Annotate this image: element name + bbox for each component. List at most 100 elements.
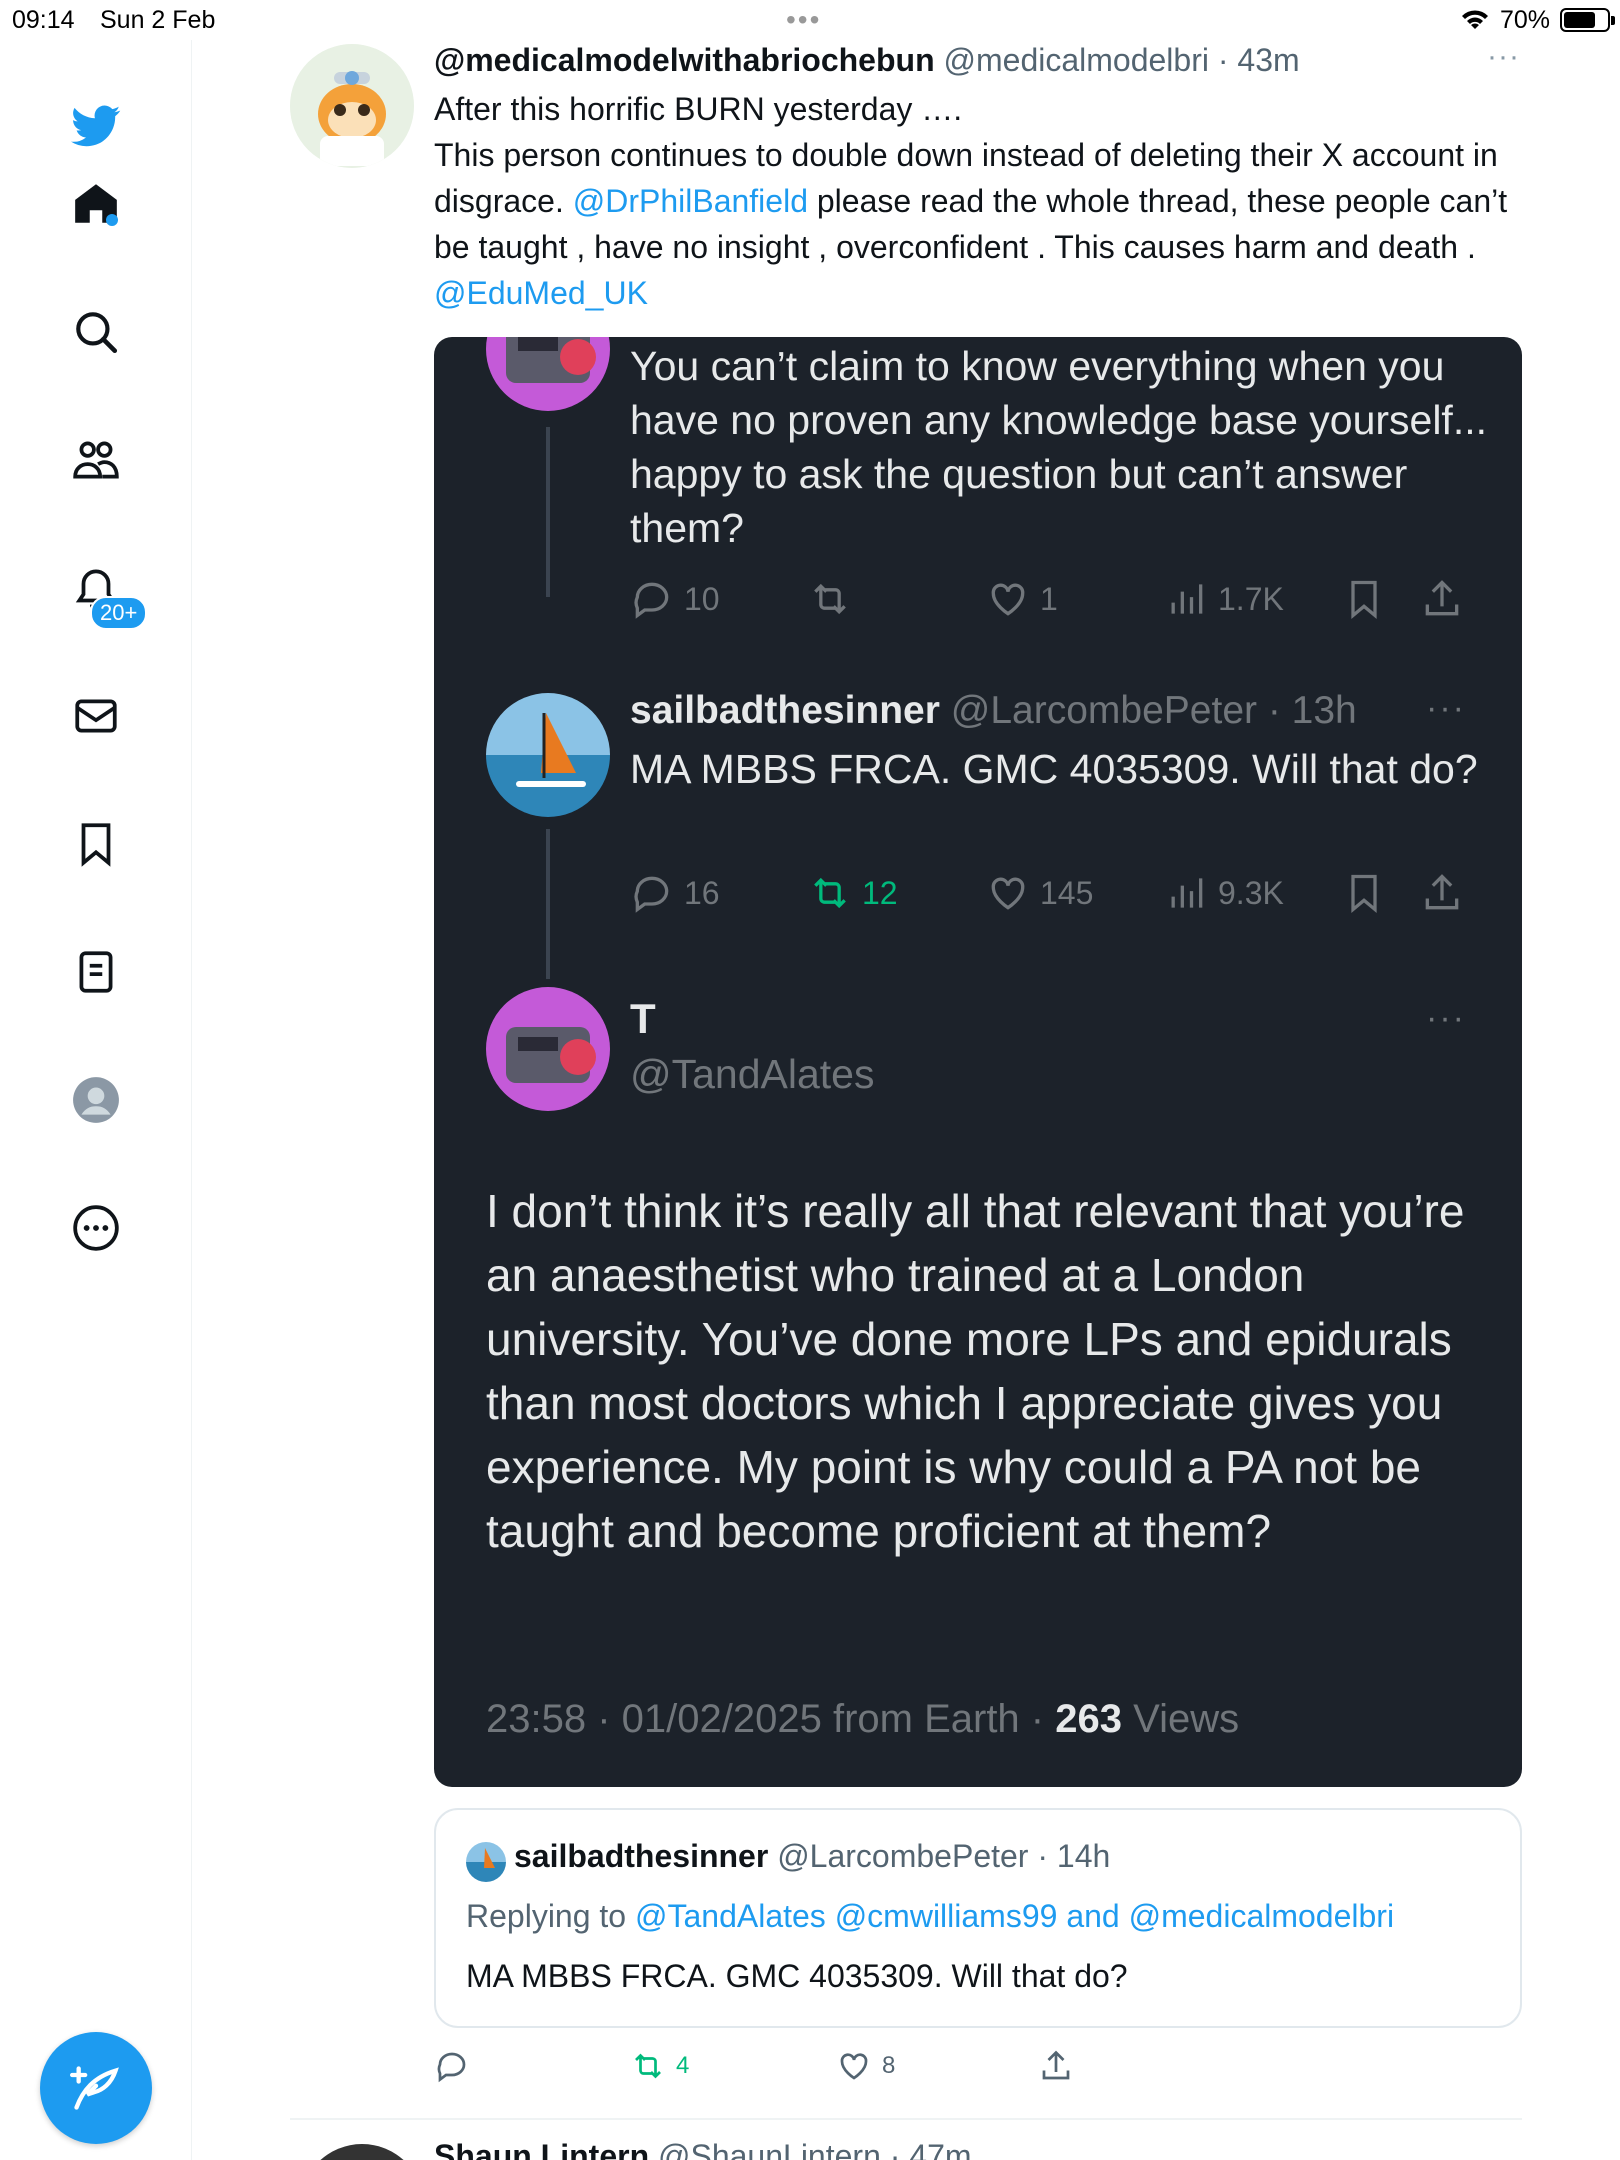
quoted-author-name: sailbadthesinner	[514, 1838, 769, 1874]
bookmark-action	[1342, 577, 1386, 621]
avatar-robot	[486, 987, 610, 1111]
retweet-action: 12	[808, 871, 898, 915]
home-unread-dot	[106, 214, 118, 226]
next-tweet-author-handle[interactable]: @ShaunLintern · 47m	[658, 2138, 972, 2160]
battery-percent: 70%	[1500, 6, 1551, 34]
retweet-icon	[635, 2053, 661, 2079]
like-button[interactable]: 8	[836, 2048, 895, 2084]
bookmark-icon	[1351, 580, 1377, 620]
heart-icon	[840, 2053, 868, 2080]
tweet-author-avatar[interactable]	[290, 44, 414, 168]
share-action	[1420, 577, 1464, 621]
next-tweet-author-name[interactable]: Shaun Lintern	[434, 2138, 649, 2160]
tweet-text-paragraph: This person continues to double down ins…	[434, 132, 1520, 316]
post-more-icon: ···	[1426, 689, 1466, 727]
post-text: I don’t think it’s really all that relev…	[486, 1185, 1465, 1557]
post-views-count: 263	[1055, 1697, 1122, 1741]
share-icon	[1425, 874, 1459, 910]
wifi-icon	[1462, 10, 1488, 29]
like-count: 1	[1040, 580, 1058, 617]
tweet-divider	[290, 2118, 1522, 2120]
tweet-more-button[interactable]: ···	[1487, 40, 1520, 74]
views-chart-icon	[1171, 584, 1203, 614]
reply-icon	[437, 2052, 466, 2083]
retweet-button[interactable]: 4	[630, 2048, 689, 2084]
quoted-header: sailbadthesinner @LarcombePeter · 14h	[514, 1838, 1110, 1875]
home-icon[interactable]	[60, 168, 132, 240]
post-author-name: sailbadthesinner	[630, 689, 940, 732]
share-icon	[1042, 2050, 1070, 2080]
reply-action: 16	[630, 871, 720, 915]
replying-to-users[interactable]: @TandAlates @cmwilliams99	[635, 1898, 1057, 1934]
replying-to-label: Replying to	[466, 1898, 627, 1934]
replying-to-and: and	[1066, 1898, 1120, 1934]
avatar-windsurfer	[486, 693, 610, 817]
like-action: 145	[986, 871, 1093, 915]
post-text: MA MBBS FRCA. GMC 4035309. Will that do?	[630, 746, 1478, 792]
status-date: Sun 2 Feb	[100, 6, 216, 34]
mention-link[interactable]: @DrPhilBanfield	[573, 183, 808, 219]
author-handle[interactable]: @medicalmodelbri	[944, 42, 1209, 78]
post-actions: 10 1 1.7K	[630, 577, 1459, 627]
heart-icon	[991, 877, 1025, 910]
post-text: You can’t claim to know everything when …	[630, 343, 1487, 551]
replying-to-user[interactable]: @medicalmodelbri	[1129, 1898, 1394, 1934]
retweet-icon	[814, 583, 846, 615]
reply-button[interactable]	[434, 2048, 480, 2084]
mention-link[interactable]: @EduMed_UK	[434, 275, 648, 311]
share-action	[1420, 871, 1464, 915]
views-count: 1.7K	[1218, 580, 1284, 617]
tweet-actions: 4 8	[434, 2048, 1134, 2088]
post-author-handle: @TandAlates	[630, 1051, 875, 1097]
retweet-count: 12	[862, 874, 898, 911]
post-more-icon: ···	[1426, 999, 1466, 1037]
attached-screenshot-image[interactable]: You can’t claim to know everything when …	[434, 337, 1522, 1787]
battery-icon	[1560, 8, 1615, 32]
bookmarks-icon[interactable]	[60, 808, 132, 880]
next-tweet-header[interactable]: Shaun Lintern @ShaunLintern · 47m	[434, 2138, 972, 2160]
sidebar: 20+	[0, 40, 192, 2160]
quoted-author-handle: @LarcombePeter · 14h	[777, 1838, 1111, 1874]
reply-action: 10	[630, 577, 720, 621]
search-icon[interactable]	[60, 296, 132, 368]
communities-icon[interactable]	[60, 424, 132, 496]
thread-line	[546, 427, 550, 597]
views-action: 9.3K	[1164, 871, 1284, 915]
thread-line	[546, 829, 550, 979]
next-tweet-avatar[interactable]	[300, 2144, 424, 2160]
reply-count: 16	[684, 874, 720, 911]
author-name[interactable]: @medicalmodelwithabriochebun	[434, 42, 935, 78]
multitasking-dots[interactable]: •••	[786, 4, 821, 36]
share-button[interactable]	[1038, 2048, 1074, 2084]
messages-envelope-icon[interactable]	[60, 680, 132, 752]
bookmark-icon	[1351, 874, 1377, 914]
post-timestamp: 23:58 · 01/02/2025 from Earth ·	[486, 1697, 1045, 1741]
like-action: 1	[986, 577, 1058, 621]
reply-icon	[634, 876, 669, 913]
like-count: 8	[882, 2052, 896, 2079]
like-count: 145	[1040, 874, 1094, 911]
quoted-author-avatar	[466, 1842, 506, 1882]
tweet-text: After this horrific BURN yesterday …. Th…	[434, 86, 1520, 316]
heart-icon	[991, 583, 1025, 616]
compose-tweet-button[interactable]	[40, 2032, 152, 2144]
twitter-logo-icon[interactable]	[60, 90, 132, 162]
avatar-robot	[486, 337, 610, 411]
status-bar: 09:14 Sun 2 Feb ••• 70%	[0, 0, 1620, 40]
reply-count: 10	[684, 580, 720, 617]
lists-icon[interactable]	[60, 936, 132, 1008]
tweet-header: @medicalmodelwithabriochebun @medicalmod…	[434, 40, 1520, 80]
profile-avatar-icon[interactable]	[60, 1064, 132, 1136]
notifications-badge: 20+	[90, 596, 148, 630]
reply-icon	[634, 582, 669, 619]
tweet-text-line-1: After this horrific BURN yesterday ….	[434, 91, 963, 127]
post-views-label: Views	[1133, 1697, 1240, 1741]
views-action: 1.7K	[1164, 577, 1284, 621]
retweet-count: 4	[676, 2052, 690, 2079]
tweet-time[interactable]: · 43m	[1218, 42, 1300, 78]
status-time: 09:14	[12, 6, 75, 34]
post-header: sailbadthesinner @LarcombePeter · 13h	[630, 689, 1357, 733]
quoted-tweet[interactable]: sailbadthesinner @LarcombePeter · 14h Re…	[434, 1808, 1522, 2028]
quoted-text: MA MBBS FRCA. GMC 4035309. Will that do?	[466, 1958, 1128, 1994]
more-options-icon[interactable]	[60, 1192, 132, 1264]
